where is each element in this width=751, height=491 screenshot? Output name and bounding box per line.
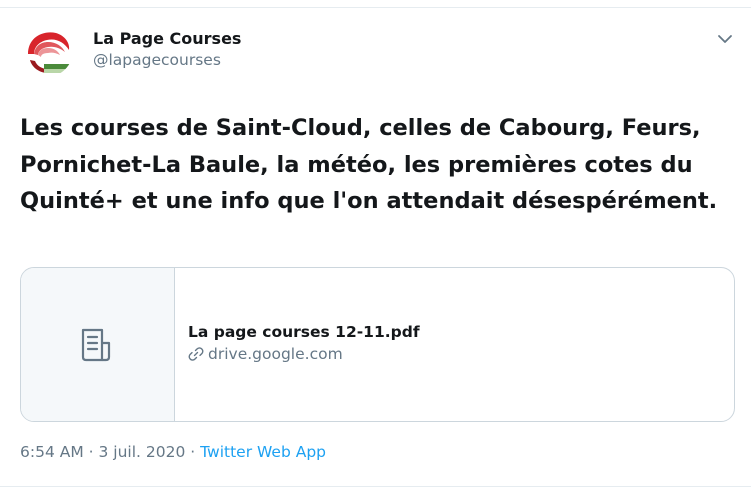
meta-separator: · — [83, 443, 99, 461]
author-handle[interactable]: @lapagecourses — [93, 49, 241, 71]
meta-separator: · — [185, 443, 201, 461]
chevron-down-icon[interactable] — [715, 29, 735, 49]
author-avatar[interactable] — [20, 24, 73, 77]
card-domain: drive.google.com — [188, 343, 420, 365]
tweet-date[interactable]: 3 juil. 2020 — [99, 443, 186, 461]
link-card[interactable]: La page courses 12-11.pdf drive.google.c… — [20, 267, 735, 422]
tweet-header: La Page Courses @lapagecourses — [20, 22, 735, 82]
author-display-name[interactable]: La Page Courses — [93, 28, 241, 49]
red-swirl-logo-icon — [20, 24, 73, 77]
author-names: La Page Courses @lapagecourses — [93, 28, 241, 71]
tweet-time[interactable]: 6:54 AM — [20, 443, 84, 461]
card-body: La page courses 12-11.pdf drive.google.c… — [188, 321, 420, 365]
top-divider — [0, 7, 751, 8]
card-title: La page courses 12-11.pdf — [188, 323, 420, 341]
tweet-source-link[interactable]: Twitter Web App — [200, 443, 326, 461]
card-thumbnail — [21, 268, 175, 421]
document-icon — [81, 328, 111, 362]
tweet-meta: 6:54 AM · 3 juil. 2020 · Twitter Web App — [20, 441, 326, 463]
bottom-divider — [0, 486, 751, 487]
tweet-text: Les courses de Saint-Cloud, celles de Ca… — [20, 115, 718, 214]
card-domain-text: drive.google.com — [208, 345, 343, 363]
link-icon — [188, 347, 204, 361]
